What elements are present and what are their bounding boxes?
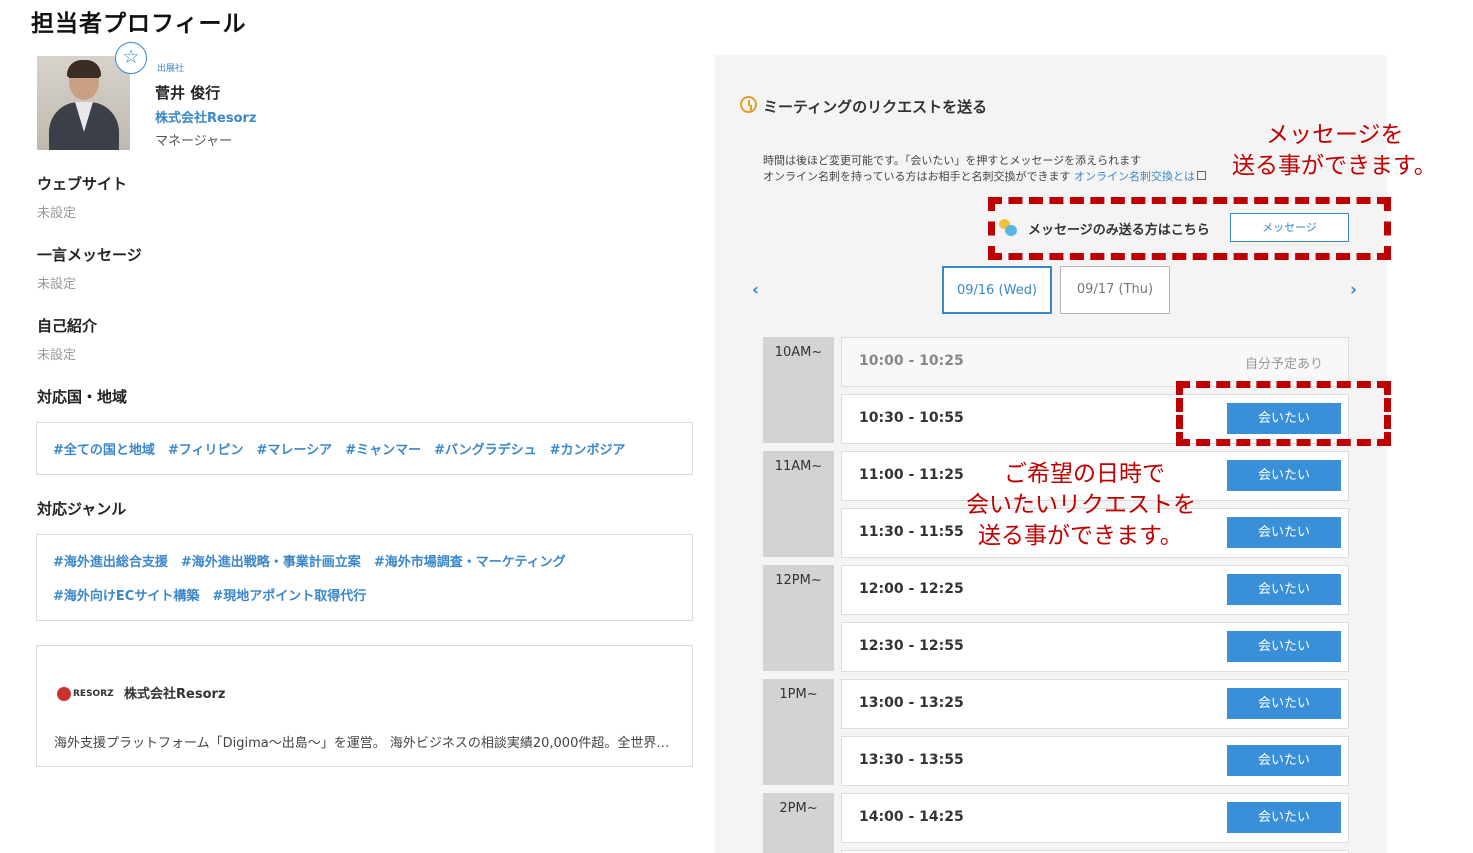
intro-value: 未設定 <box>37 348 77 363</box>
time-slot: 13:00 - 13:25 会いたい <box>841 679 1349 729</box>
prev-date-arrow[interactable]: ‹ <box>752 280 759 300</box>
meeting-note-line1: 時間は後ほど変更可能です。「会いたい」を押すとメッセージを添えられます <box>763 154 1142 167</box>
slot-time: 12:00 - 12:25 <box>859 581 964 597</box>
message-highlight-box <box>988 197 1391 260</box>
hour-block-10am: 10AM~ <box>763 337 834 443</box>
message-annotation-line2: 送る事ができます。 <box>1232 153 1437 179</box>
slot-time: 10:30 - 10:55 <box>859 410 964 426</box>
genre-tag[interactable]: #現地アポイント取得代行 <box>212 585 366 604</box>
message-annotation-line1: メッセージを <box>1266 122 1404 148</box>
page-title: 担当者プロフィール <box>31 11 247 37</box>
slot-time: 12:30 - 12:55 <box>859 638 964 654</box>
meet-button[interactable]: 会いたい <box>1227 631 1341 662</box>
time-slot: 14:00 - 14:25 会いたい <box>841 793 1349 843</box>
meet-highlight-box <box>1176 381 1391 446</box>
time-slot: 10:00 - 10:25 自分予定あり <box>841 337 1349 387</box>
slot-time: 11:00 - 11:25 <box>859 467 964 483</box>
request-annotation-line1: ご希望の日時で <box>1004 461 1165 487</box>
genre-tag[interactable]: #海外向けECサイト構築 <box>53 585 199 604</box>
website-value: 未設定 <box>37 206 77 221</box>
external-link-icon <box>1196 171 1206 180</box>
region-tag[interactable]: #バングラデシュ <box>434 439 537 458</box>
date-tab-0917[interactable]: 09/17 (Thu) <box>1060 266 1170 314</box>
online-card-link[interactable]: オンライン名刺交換とは <box>1074 170 1195 183</box>
genre-tag[interactable]: #海外進出総合支援 <box>53 551 168 570</box>
time-slot: 13:30 - 13:55 会いたい <box>841 736 1349 786</box>
meet-button[interactable]: 会いたい <box>1227 460 1341 491</box>
next-date-arrow[interactable]: › <box>1350 280 1357 300</box>
company-logo: RESORZ <box>57 687 114 701</box>
hour-block-1pm: 1PM~ <box>763 679 834 785</box>
region-tag[interactable]: #全ての国と地域 <box>53 439 155 458</box>
region-tag[interactable]: #マレーシア <box>257 439 333 458</box>
company-card[interactable]: RESORZ 株式会社Resorz 海外支援プラットフォーム「Digima〜出島… <box>36 645 693 767</box>
time-slot: 12:30 - 12:55 会いたい <box>841 622 1349 672</box>
region-tag[interactable]: #フィリピン <box>168 439 244 458</box>
meeting-title: ミーティングのリクエストを送る <box>763 98 988 116</box>
region-tag[interactable]: #カンボジア <box>550 439 626 458</box>
request-annotation-line3: 送る事ができます。 <box>978 523 1183 549</box>
region-tag[interactable]: #ミャンマー <box>345 439 421 458</box>
genre-tags: #海外進出総合支援 #海外進出戦略・事業計画立案 #海外市場調査・マーケティング #… <box>36 534 693 621</box>
meeting-note-line2: オンライン名刺を持っている方はお相手と名刺交換ができます オンライン名刺交換とは <box>763 168 1206 184</box>
exhibitor-badge: 出展社 <box>157 64 185 74</box>
person-name: 菅井 俊行 <box>155 84 221 102</box>
request-annotation-line2: 会いたいリクエストを <box>966 492 1196 518</box>
hour-block-12pm: 12PM~ <box>763 565 834 671</box>
hour-block-2pm: 2PM~ <box>763 793 834 853</box>
hour-block-11am: 11AM~ <box>763 451 834 557</box>
company-card-description: 海外支援プラットフォーム「Digima〜出島〜」を運営。 海外ビジネスの相談実績… <box>54 736 682 751</box>
time-slot: 12:00 - 12:25 会いたい <box>841 565 1349 615</box>
date-tab-0916[interactable]: 09/16 (Wed) <box>942 266 1052 314</box>
slot-time: 13:30 - 13:55 <box>859 752 964 768</box>
company-card-name: 株式会社Resorz <box>124 687 226 702</box>
alarm-clock-icon <box>740 96 757 113</box>
slot-time: 13:00 - 13:25 <box>859 695 964 711</box>
meet-button[interactable]: 会いたい <box>1227 745 1341 776</box>
regions-label: 対応国・地域 <box>37 388 128 406</box>
slot-status: 自分予定あり <box>1244 357 1323 372</box>
region-tags: #全ての国と地域 #フィリピン #マレーシア #ミャンマー #バングラデシュ #カンボジア <box>36 422 693 475</box>
meet-button[interactable]: 会いたい <box>1227 688 1341 719</box>
person-role: マネージャー <box>155 134 233 149</box>
genres-label: 対応ジャンル <box>37 500 127 518</box>
message-label: 一言メッセージ <box>37 246 142 264</box>
slot-time: 11:30 - 11:55 <box>859 524 964 540</box>
slot-time: 10:00 - 10:25 <box>859 353 964 369</box>
genre-tag[interactable]: #海外進出戦略・事業計画立案 <box>181 551 361 570</box>
meet-button[interactable]: 会いたい <box>1227 517 1341 548</box>
meet-button[interactable]: 会いたい <box>1227 802 1341 833</box>
company-link[interactable]: 株式会社Resorz <box>155 107 256 126</box>
meet-button[interactable]: 会いたい <box>1227 574 1341 605</box>
message-value: 未設定 <box>37 277 77 292</box>
intro-label: 自己紹介 <box>37 317 98 335</box>
avatar <box>37 56 130 150</box>
slot-time: 14:00 - 14:25 <box>859 809 964 825</box>
genre-tag[interactable]: #海外市場調査・マーケティング <box>374 551 566 570</box>
star-icon[interactable]: ☆ <box>115 42 147 74</box>
website-label: ウェブサイト <box>37 175 128 193</box>
